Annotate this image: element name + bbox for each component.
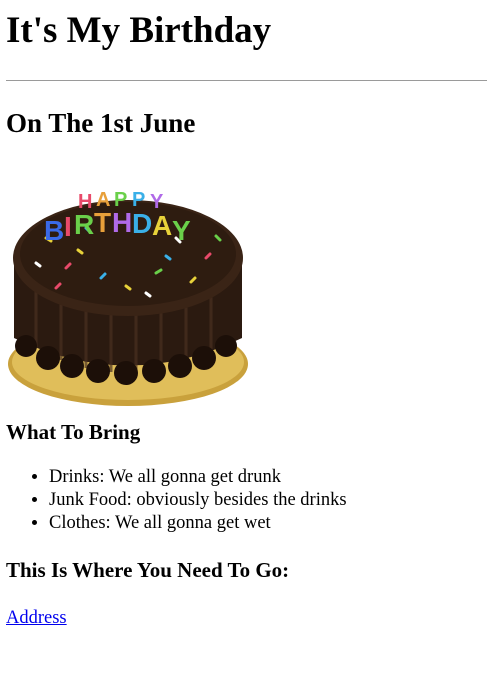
divider: [6, 80, 487, 81]
address-link[interactable]: Address: [6, 607, 67, 629]
svg-text:T: T: [94, 207, 111, 238]
svg-text:A: A: [152, 210, 172, 241]
list-item: Junk Food: obviously besides the drinks: [49, 489, 487, 512]
list-item: Clothes: We all gonna get wet: [49, 512, 487, 535]
page: It's My Birthday On The 1st June H A P P…: [0, 9, 493, 629]
list-item: Drinks: We all gonna get drunk: [49, 466, 487, 489]
date-heading: On The 1st June: [6, 108, 196, 138]
svg-text:D: D: [132, 208, 152, 239]
svg-text:R: R: [74, 209, 94, 240]
svg-text:H: H: [112, 207, 132, 238]
location-heading: This Is Where You Need To Go:: [6, 558, 290, 582]
birthday-cake-image: H A P P Y B I R T H D A Y: [6, 178, 252, 408]
what-to-bring-heading: What To Bring: [6, 420, 141, 444]
birthday-cake-icon: H A P P Y B I R T H D A Y: [8, 189, 248, 406]
svg-text:B: B: [44, 215, 64, 246]
svg-text:I: I: [64, 211, 72, 242]
page-title: It's My Birthday: [6, 10, 272, 51]
svg-text:Y: Y: [172, 215, 191, 246]
bring-list: Drinks: We all gonna get drunk Junk Food…: [6, 466, 487, 535]
